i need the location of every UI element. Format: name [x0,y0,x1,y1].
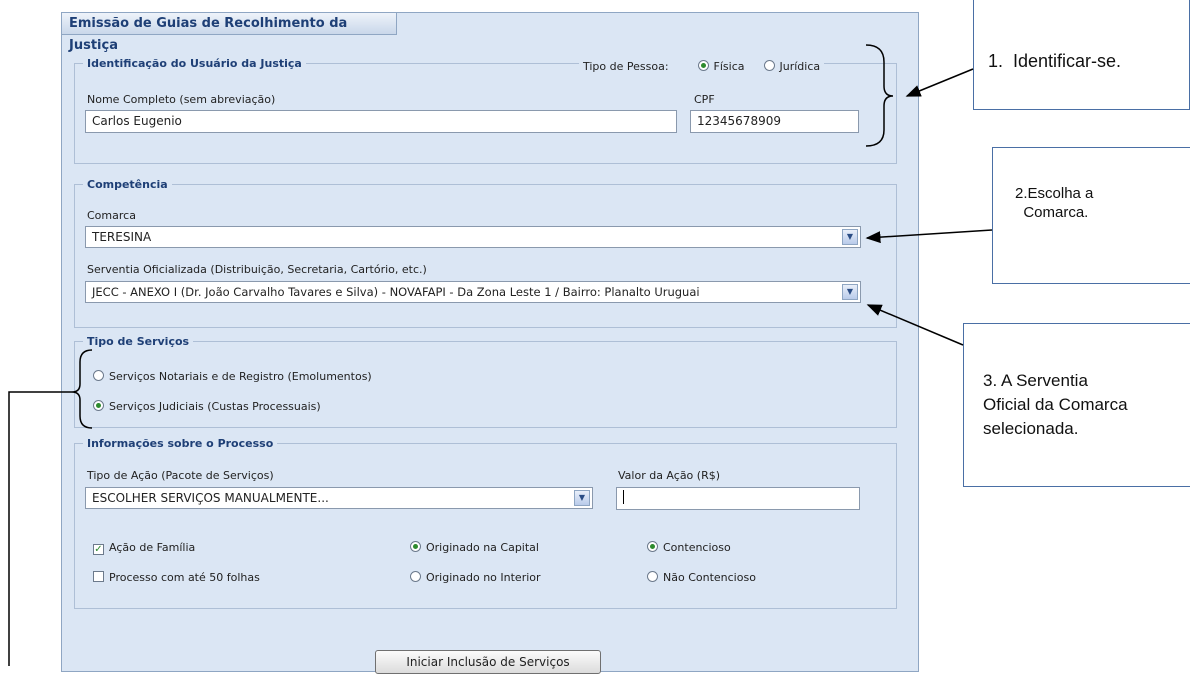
arrow-comarca [865,229,993,244]
brace-right-identificacao [865,44,894,147]
arrow-serventia [866,304,964,346]
connector-line-servicos [8,391,72,666]
annotation-overlay [8,44,993,666]
arrow-identificar [905,68,974,97]
brace-left-servicos [71,349,93,429]
